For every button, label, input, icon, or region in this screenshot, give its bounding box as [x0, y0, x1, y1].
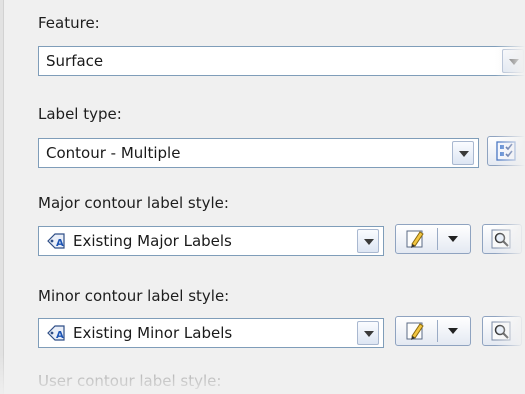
major-style-label: Major contour label style:: [38, 194, 229, 212]
label-settings-panel: Feature: Surface Label type: Contour - M…: [0, 0, 525, 394]
major-style-dropdown-button[interactable]: [357, 229, 379, 253]
label-type-dropdown-button[interactable]: [452, 141, 474, 165]
pencil-edit-icon: [406, 230, 424, 248]
minor-style-select[interactable]: A Existing Minor Labels: [38, 318, 384, 348]
feature-value: Surface: [46, 52, 104, 70]
minor-style-preview-button[interactable]: [482, 316, 522, 346]
chevron-down-icon[interactable]: [448, 236, 458, 242]
label-style-icon: A: [46, 324, 66, 342]
pencil-edit-icon: [406, 322, 424, 340]
chevron-down-icon: [509, 59, 519, 65]
user-style-label: User contour label style:: [38, 372, 222, 390]
label-style-icon: A: [46, 232, 66, 250]
magnifier-icon: [491, 229, 511, 249]
chevron-down-icon: [364, 331, 374, 337]
chevron-down-icon[interactable]: [448, 328, 458, 334]
minor-style-edit-split-button[interactable]: [395, 316, 471, 346]
label-type-label: Label type:: [38, 105, 122, 123]
chevron-down-icon: [364, 239, 374, 245]
major-style-preview-button[interactable]: [482, 224, 522, 254]
minor-style-dropdown-button[interactable]: [357, 321, 379, 345]
feature-dropdown-button[interactable]: [502, 49, 524, 73]
feature-select[interactable]: Surface: [38, 46, 525, 76]
checklist-icon: [496, 141, 516, 161]
chevron-down-icon: [459, 151, 469, 157]
split-divider: [437, 320, 438, 342]
magnifier-icon: [491, 321, 511, 341]
svg-text:A: A: [56, 238, 64, 249]
minor-style-label: Minor contour label style:: [38, 287, 230, 305]
label-type-action-button[interactable]: [487, 136, 525, 166]
label-type-select[interactable]: Contour - Multiple: [38, 138, 479, 168]
minor-style-value: Existing Minor Labels: [73, 324, 233, 342]
panel-left-border: [0, 0, 4, 394]
feature-label: Feature:: [38, 14, 100, 32]
major-style-value: Existing Major Labels: [73, 232, 232, 250]
split-divider: [437, 228, 438, 250]
major-style-select[interactable]: A Existing Major Labels: [38, 226, 384, 256]
svg-text:A: A: [56, 330, 64, 341]
label-type-value: Contour - Multiple: [46, 144, 181, 162]
major-style-edit-split-button[interactable]: [395, 224, 471, 254]
